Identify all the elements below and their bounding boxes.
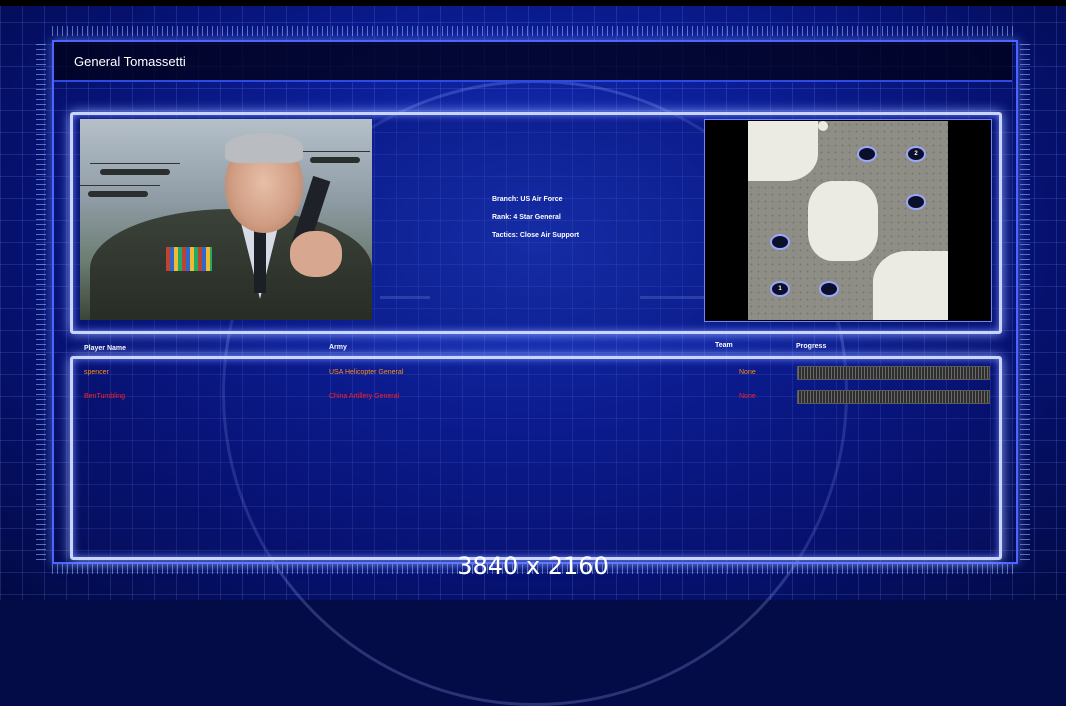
player-team: None — [739, 369, 756, 376]
helicopter-shape — [310, 157, 360, 163]
ruler-left — [36, 40, 46, 560]
header-bar: General Tomassetti — [54, 42, 1012, 82]
helicopter-shape — [88, 191, 148, 197]
rank-text: Rank: 4 Star General — [492, 214, 561, 221]
map-start-position[interactable] — [819, 281, 839, 297]
table-row: BenTumbling China Artillery General None — [0, 390, 1066, 404]
player-list-panel — [70, 356, 1002, 560]
progress-bar — [797, 390, 990, 404]
general-portrait — [80, 119, 372, 320]
header-army: Army — [329, 344, 347, 351]
helicopter-rotor — [300, 151, 370, 152]
portrait-ribbons — [166, 247, 212, 271]
ruler-right — [1020, 40, 1030, 560]
page-title: General Tomassetti — [74, 54, 186, 69]
map-start-position-1[interactable]: 1 — [770, 281, 790, 297]
player-name: BenTumbling — [84, 393, 125, 400]
player-army: China Artillery General — [329, 393, 400, 400]
map-start-position[interactable] — [906, 194, 926, 210]
header-progress: Progress — [796, 343, 827, 350]
helicopter-rotor — [90, 163, 180, 164]
snow-area — [818, 121, 828, 131]
progress-bar — [797, 366, 990, 380]
helicopter-shape — [100, 169, 170, 175]
top-status-bar — [0, 0, 1066, 6]
snow-area — [748, 121, 818, 181]
map-start-position[interactable] — [857, 146, 877, 162]
player-name: spencer — [84, 369, 109, 376]
header-player-name: Player Name — [84, 345, 127, 352]
map-start-position[interactable] — [770, 234, 790, 250]
table-row: spencer USA Helicopter General None — [0, 366, 1066, 380]
general-stats: Branch: US Air Force Rank: 4 Star Genera… — [492, 196, 579, 250]
snow-area — [808, 181, 878, 261]
resolution-watermark: 3840 x 2160 — [457, 552, 609, 580]
tactics-text: Tactics: Close Air Support — [492, 232, 580, 239]
snow-area — [873, 251, 948, 320]
helicopter-rotor — [80, 185, 160, 186]
branch-text: Branch: US Air Force — [492, 196, 563, 203]
portrait-tie — [254, 229, 266, 293]
portrait-hand — [290, 231, 342, 277]
map-preview[interactable]: 2 1 — [704, 119, 992, 322]
ruler-top — [52, 26, 1014, 36]
map-start-position-2[interactable]: 2 — [906, 146, 926, 162]
player-army: USA Helicopter General — [329, 369, 404, 376]
header-team: Team — [715, 342, 733, 349]
portrait-hair — [225, 133, 303, 163]
player-team: None — [739, 393, 756, 400]
